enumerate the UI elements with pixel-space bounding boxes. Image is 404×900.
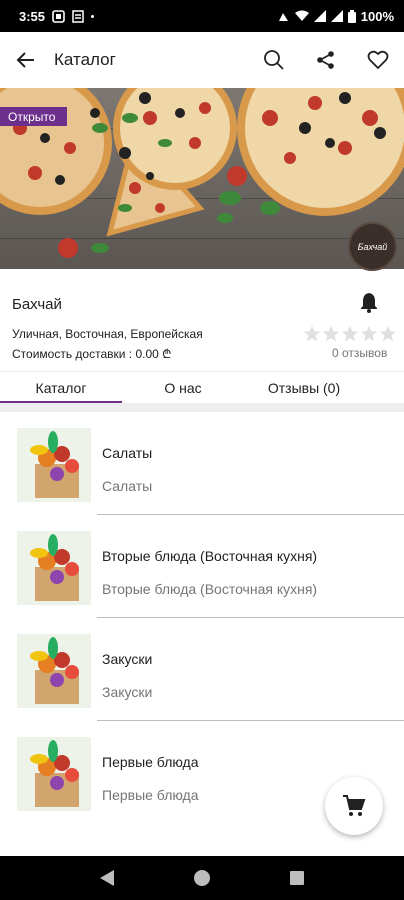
category-subtitle: Закуски [102, 684, 153, 700]
search-icon [264, 50, 284, 70]
category-subtitle: Вторые блюда (Восточная кухня) [102, 581, 318, 597]
notification-icon [52, 9, 65, 23]
battery-icon [347, 9, 356, 23]
dot-icon [91, 14, 95, 18]
bell-icon[interactable] [358, 291, 380, 313]
tab-bar: Каталог О нас Отзывы (0) [0, 371, 404, 404]
shop-cuisines: Уличная, Восточная, Европейская [12, 327, 203, 341]
open-status-badge: Открыто [0, 107, 68, 126]
share-button[interactable] [300, 32, 352, 88]
category-title: Первые блюда [102, 754, 199, 770]
category-title: Вторые блюда (Восточная кухня) [102, 548, 318, 564]
app-notification-icon [72, 9, 84, 23]
star-icon [360, 325, 378, 342]
groceries-image [30, 637, 79, 704]
cart-icon [343, 795, 366, 816]
heart-icon [367, 50, 389, 70]
system-nav-bar [0, 856, 404, 900]
hero-image: Открыто [0, 88, 404, 269]
category-thumbnail [17, 531, 91, 605]
rating-stars [303, 325, 397, 343]
star-icon [303, 325, 321, 342]
tab-reviews[interactable]: Отзывы (0) [244, 372, 364, 403]
signal-icon [313, 10, 326, 22]
share-icon [317, 51, 334, 69]
back-button[interactable] [1, 32, 51, 88]
category-thumbnail [17, 428, 91, 502]
catalog-item[interactable]: Салаты Салаты [0, 412, 404, 515]
category-subtitle: Первые блюда [102, 787, 199, 803]
star-icon [341, 325, 359, 342]
tab-catalog[interactable]: Каталог [0, 372, 122, 403]
catalog-item[interactable]: Вторые блюда (Восточная кухня) Вторые бл… [0, 515, 404, 618]
reviews-count: 0 отзывов [332, 346, 388, 360]
app-bar: Каталог [0, 32, 404, 88]
signal-2-icon [330, 10, 343, 22]
star-icon [322, 325, 340, 342]
wifi-icon [294, 10, 309, 21]
search-button[interactable] [248, 32, 300, 88]
battery-level: 100% [360, 8, 394, 24]
page-title: Каталог [54, 50, 116, 69]
cart-button[interactable] [325, 777, 383, 835]
category-thumbnail [17, 737, 91, 811]
status-time: 3:55 [19, 8, 46, 24]
data-saver-icon [278, 12, 288, 21]
shop-name: Бахчай [12, 296, 62, 313]
restaurant-logo: Бахчай [348, 222, 397, 271]
category-thumbnail [17, 634, 91, 708]
logo-text: Бахчай [357, 241, 388, 252]
groceries-image [30, 431, 79, 498]
nav-back-icon[interactable] [99, 869, 115, 887]
favorite-button[interactable] [352, 32, 404, 88]
groceries-image [30, 740, 79, 807]
nav-home-icon[interactable] [193, 869, 211, 887]
tabs-divider [0, 403, 404, 412]
star-icon [379, 325, 397, 342]
nav-recents-icon[interactable] [289, 870, 305, 886]
category-title: Закуски [102, 651, 153, 667]
groceries-image [30, 534, 79, 601]
catalog-item[interactable]: Закуски Закуски [0, 618, 404, 721]
back-arrow-icon [16, 52, 34, 68]
tab-about[interactable]: О нас [122, 372, 244, 403]
delivery-cost: Стоимость доставки : 0.00 ₾ [12, 347, 172, 361]
category-subtitle: Салаты [102, 478, 153, 494]
status-bar: 3:55 100% [0, 0, 404, 32]
category-title: Салаты [102, 445, 153, 461]
